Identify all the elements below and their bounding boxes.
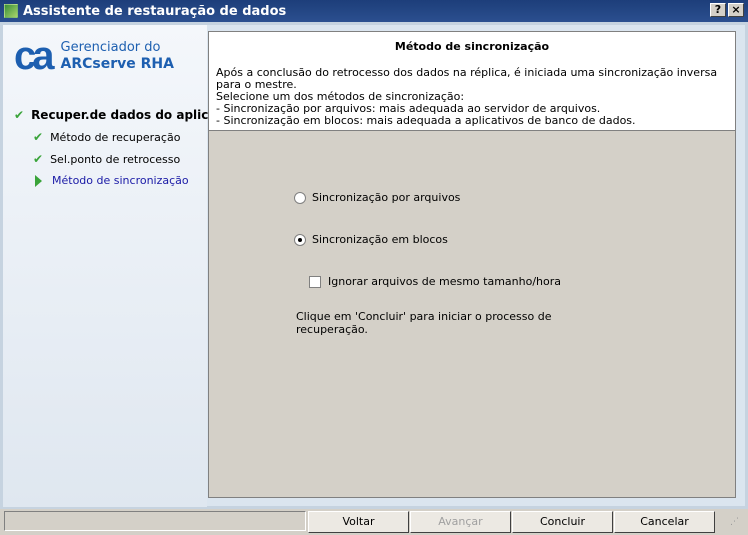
step-label: Sel.ponto de retrocesso <box>50 152 181 166</box>
radio-block-sync[interactable]: Sincronização em blocos <box>294 233 448 246</box>
status-field <box>4 511 306 531</box>
sidebar <box>3 25 207 507</box>
next-button[interactable]: Avançar <box>410 511 511 533</box>
cancel-button[interactable]: Cancelar <box>614 511 715 533</box>
hint-text: Clique em 'Concluir' para iniciar o proc… <box>296 310 551 336</box>
content-panel: Método de sincronização Após a conclusão… <box>208 31 736 498</box>
back-button[interactable]: Voltar <box>308 511 409 533</box>
radio-icon[interactable] <box>294 233 306 246</box>
checkbox-icon[interactable] <box>309 275 321 288</box>
step-method: ✔ Método de recuperação <box>33 130 180 144</box>
logo-line1: Gerenciador do <box>60 39 161 55</box>
logo: ca Gerenciador do ARCserve RHA <box>14 34 174 78</box>
logo-line2: ARCserve RHA <box>60 55 174 72</box>
app-icon <box>4 4 18 18</box>
help-button[interactable]: ? <box>710 3 726 17</box>
finish-button[interactable]: Concluir <box>512 511 613 533</box>
window-title: Assistente de restauração de dados <box>23 3 287 19</box>
page-title: Método de sincronização <box>394 40 550 53</box>
header: Método de sincronização Após a conclusão… <box>209 32 735 131</box>
desc-line: - Sincronização em blocos: mais adequada… <box>216 114 636 127</box>
hint-line: Clique em 'Concluir' para iniciar o proc… <box>296 310 552 323</box>
hint-line: recuperação. <box>296 323 368 336</box>
step-sync: Método de sincronização <box>33 174 189 187</box>
close-button[interactable]: × <box>728 3 744 17</box>
radio-label: Sincronização por arquivos <box>312 191 461 204</box>
step-recuperer: ✔ Recuper.de dados do aplic. <box>14 108 213 122</box>
title-bar: Assistente de restauração de dados ? × <box>0 0 748 22</box>
check-icon: ✔ <box>33 130 44 144</box>
ca-logo: ca <box>14 34 54 78</box>
step-label: Método de recuperação <box>50 130 181 144</box>
step-label: Recuper.de dados do aplic. <box>31 108 213 122</box>
button-bar: Voltar Avançar Concluir Cancelar ⋰ <box>0 509 748 535</box>
arrow-icon <box>35 174 42 187</box>
check-icon: ✔ <box>14 108 25 122</box>
resize-grip-icon[interactable]: ⋰ <box>730 517 739 527</box>
radio-icon[interactable] <box>294 191 306 204</box>
radio-file-sync[interactable]: Sincronização por arquivos <box>294 191 460 204</box>
radio-label: Sincronização em blocos <box>312 233 448 246</box>
ignore-checkbox[interactable]: Ignorar arquivos de mesmo tamanho/hora <box>309 275 561 288</box>
desc-line: Após a conclusão do retrocesso dos dados… <box>216 66 718 91</box>
checkbox-label: Ignorar arquivos de mesmo tamanho/hora <box>328 275 562 288</box>
check-icon: ✔ <box>33 152 44 166</box>
step-label: Método de sincronização <box>52 174 189 187</box>
step-point: ✔ Sel.ponto de retrocesso <box>33 152 180 166</box>
